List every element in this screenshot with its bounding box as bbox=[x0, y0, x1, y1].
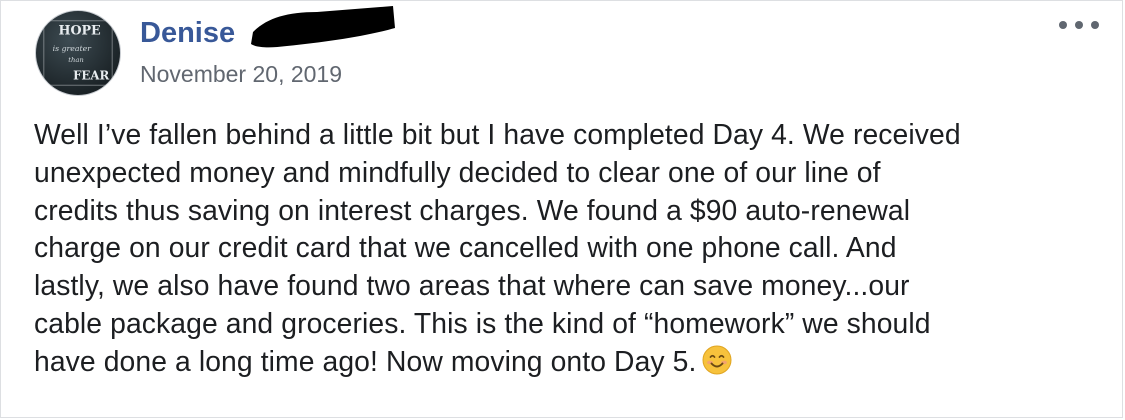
more-options-dot bbox=[1091, 21, 1099, 29]
hope-sign-avatar-icon: HOPE is greater than FEAR bbox=[43, 20, 113, 86]
post-text-line-last: have done a long time ago! Now moving on… bbox=[34, 343, 1109, 381]
post-text-line: lastly, we also have found two areas tha… bbox=[34, 269, 910, 302]
more-options-button[interactable] bbox=[1059, 15, 1099, 35]
post-text-line: credits thus saving on interest charges.… bbox=[34, 193, 911, 226]
post-text-line: charge on our credit card that we cancel… bbox=[34, 231, 897, 264]
post-text-line: Well I’ve fallen behind a little bit but… bbox=[34, 118, 961, 150]
avatar-line-4: FEAR bbox=[73, 68, 109, 82]
avatar-line-1: HOPE bbox=[58, 22, 101, 37]
avatar-line-2: is greater bbox=[53, 44, 93, 53]
post-timestamp[interactable]: November 20, 2019 bbox=[140, 58, 342, 90]
smiling-face-emoji-icon bbox=[702, 345, 732, 375]
redaction-mark bbox=[251, 6, 395, 48]
post-text-line: cable package and groceries. This is the… bbox=[34, 306, 931, 339]
avatar[interactable]: HOPE is greater than FEAR bbox=[35, 10, 121, 96]
post-card: HOPE is greater than FEAR Denise Novembe… bbox=[0, 0, 1123, 418]
post-text-line: unexpected money and mindfully decided t… bbox=[34, 155, 881, 188]
author-name[interactable]: Denise bbox=[140, 13, 235, 53]
post-text-line: have done a long time ago! Now moving on… bbox=[34, 344, 697, 377]
post-body: Well I’ve fallen behind a little bit but… bbox=[34, 116, 1109, 381]
avatar-line-3: than bbox=[68, 56, 84, 64]
more-options-dot bbox=[1075, 21, 1083, 29]
more-options-icon bbox=[1059, 21, 1067, 29]
